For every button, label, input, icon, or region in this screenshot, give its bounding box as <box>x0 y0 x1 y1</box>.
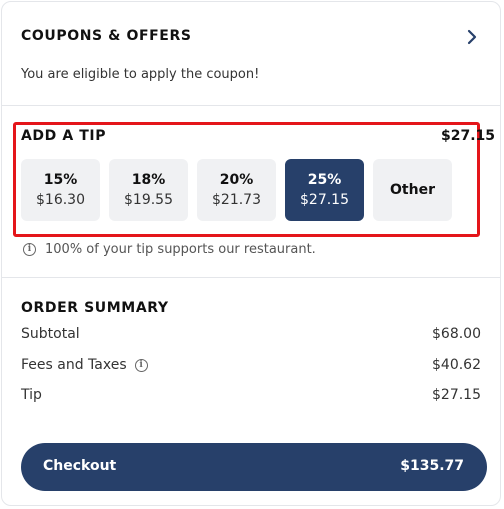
tip-amount: $21.73 <box>212 192 261 208</box>
tip-percent: 15% <box>43 172 78 188</box>
subtotal-value: $68.00 <box>432 326 481 342</box>
tip-option-15[interactable]: 15% $16.30 <box>21 159 100 221</box>
fees-taxes-text: Fees and Taxes <box>21 357 127 373</box>
tip-other-label: Other <box>390 182 435 198</box>
checkout-button[interactable]: Checkout $135.77 <box>21 443 487 491</box>
checkout-label: Checkout <box>43 458 117 474</box>
tip-note: i 100% of your tip supports our restaura… <box>23 242 316 257</box>
subtotal-label: Subtotal <box>21 326 80 342</box>
order-summary-title: ORDER SUMMARY <box>21 300 169 316</box>
tip-note-text: 100% of your tip supports our restaurant… <box>45 242 316 257</box>
tip-label: Tip <box>21 387 42 403</box>
fees-taxes-label: Fees and Taxes i <box>21 357 148 373</box>
divider <box>2 105 500 106</box>
tip-amount: $16.30 <box>36 192 85 208</box>
coupons-title: COUPONS & OFFERS <box>21 28 192 44</box>
tip-option-18[interactable]: 18% $19.55 <box>109 159 188 221</box>
tip-percent: 18% <box>131 172 166 188</box>
tip-amount: $27.15 <box>300 192 349 208</box>
tip-amount: $19.55 <box>124 192 173 208</box>
coupon-eligibility-text: You are eligible to apply the coupon! <box>21 67 260 82</box>
info-icon[interactable]: i <box>134 358 148 372</box>
checkout-total: $135.77 <box>400 458 464 474</box>
tip-value: $27.15 <box>432 387 481 403</box>
info-icon: i <box>23 243 36 256</box>
tip-option-other[interactable]: Other <box>373 159 452 221</box>
tip-title: ADD A TIP <box>21 128 107 144</box>
tip-option-20[interactable]: 20% $21.73 <box>197 159 276 221</box>
fees-taxes-value: $40.62 <box>432 357 481 373</box>
chevron-right-icon[interactable] <box>465 29 479 45</box>
tip-percent: 20% <box>219 172 254 188</box>
divider <box>2 277 500 278</box>
tip-total: $27.15 <box>441 128 496 144</box>
tip-percent: 25% <box>307 172 342 188</box>
tip-option-25[interactable]: 25% $27.15 <box>285 159 364 221</box>
order-card: COUPONS & OFFERS You are eligible to app… <box>1 1 501 506</box>
